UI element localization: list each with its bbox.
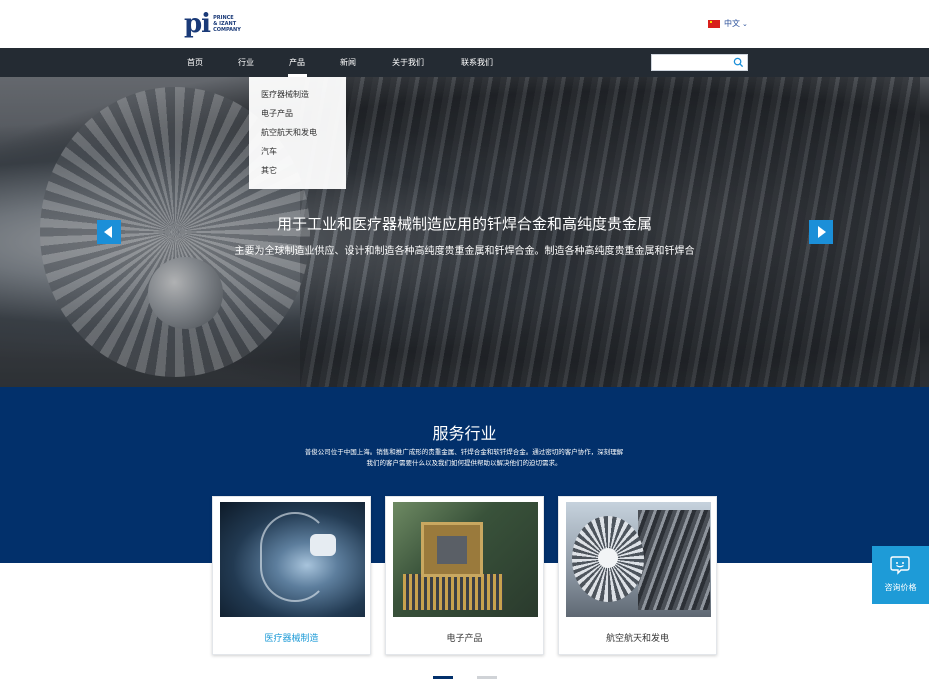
services-desc-line1: 普俊公司位于中国上海。销售和推广成形的贵重金属、钎焊合金和软钎焊合金。通过密切的… [304, 448, 624, 456]
arrow-left-icon [104, 226, 112, 238]
engine-hub [598, 548, 618, 568]
logo-mark: pi [184, 9, 211, 39]
search-input[interactable] [652, 60, 732, 75]
nav-item-home[interactable]: 首页 [187, 48, 203, 77]
electronics-chip-image [393, 502, 538, 617]
china-flag-icon [708, 19, 720, 28]
price-inquiry-label: 咨询价格 [884, 583, 917, 592]
nav-item-news[interactable]: 新闻 [340, 48, 356, 77]
language-label: 中文 [724, 19, 740, 28]
industry-card-electronics[interactable]: 电子产品 [385, 496, 544, 655]
nav-item-about[interactable]: 关于我们 [392, 48, 424, 77]
services-desc-line2: 我们的客户需要什么以及我们如何提供帮助以解决他们的迫切需求。 [366, 459, 562, 467]
industry-card-label: 航空航天和发电 [605, 634, 669, 644]
dropdown-item-other[interactable]: 其它 [249, 163, 346, 182]
main-nav: 首页 行业 产品 新闻 关于我们 联系我们 [0, 48, 929, 77]
arrow-right-icon [818, 226, 826, 238]
chip-die [437, 536, 467, 564]
xray-lead-wire [260, 512, 330, 602]
chip-pins [403, 574, 503, 610]
dropdown-item-aerospace[interactable]: 航空航天和发电 [249, 125, 346, 144]
carousel-prev-button[interactable] [97, 220, 121, 244]
page: pi PRINCE & IZANT COMPANY 中文 ⌄ 首页 行业 产品 … [0, 0, 929, 689]
dropdown-item-automotive[interactable]: 汽车 [249, 144, 346, 163]
engine-pipes [638, 510, 710, 610]
company-logo[interactable]: pi PRINCE & IZANT COMPANY [184, 10, 241, 38]
chat-bubble-icon [890, 556, 910, 575]
hero-subtitle: 主要为全球制造业供应、设计和制造各种高纯度贵重金属和钎焊合金。制造各种高纯度贵重… [234, 246, 695, 257]
pager-dot-active[interactable] [433, 676, 453, 679]
services-description: 普俊公司位于中国上海。销售和推广成形的贵重金属、钎焊合金和软钎焊合金。通过密切的… [264, 447, 664, 469]
nav-item-contact[interactable]: 联系我们 [461, 48, 493, 77]
chevron-down-icon: ⌄ [742, 19, 748, 28]
logo-line3: COMPANY [213, 27, 241, 33]
logo-text: PRINCE & IZANT COMPANY [213, 15, 241, 33]
carousel-next-button[interactable] [809, 220, 833, 244]
industry-card-medical[interactable]: 医疗器械制造 [212, 496, 371, 655]
medical-xray-image [220, 502, 365, 617]
nav-item-industry[interactable]: 行业 [238, 48, 254, 77]
services-title: 服务行业 [432, 424, 497, 443]
xray-pacemaker [310, 534, 336, 556]
hero-banner: 用于工业和医疗器械制造应用的钎焊合金和高纯度贵金属 主要为全球制造业供应、设计和… [0, 77, 929, 387]
products-dropdown-menu: 医疗器械制造 电子产品 航空航天和发电 汽车 其它 [249, 77, 346, 189]
top-header: pi PRINCE & IZANT COMPANY 中文 ⌄ [0, 0, 929, 48]
industry-card-aerospace[interactable]: 航空航天和发电 [558, 496, 717, 655]
search-box [651, 54, 748, 75]
language-selector[interactable]: 中文 ⌄ [708, 18, 748, 29]
dropdown-item-electronics[interactable]: 电子产品 [249, 106, 346, 125]
dropdown-item-medical[interactable]: 医疗器械制造 [249, 87, 346, 106]
price-inquiry-button[interactable]: 咨询价格 [872, 546, 929, 604]
search-icon[interactable] [733, 57, 744, 68]
pager-dot[interactable] [477, 676, 497, 679]
nav-item-products[interactable]: 产品 [289, 48, 305, 77]
hero-title: 用于工业和医疗器械制造应用的钎焊合金和高纯度贵金属 [276, 215, 652, 233]
industry-card-label: 电子产品 [446, 634, 483, 644]
aerospace-engine-image [566, 502, 711, 617]
industry-card-label: 医疗器械制造 [264, 634, 319, 644]
